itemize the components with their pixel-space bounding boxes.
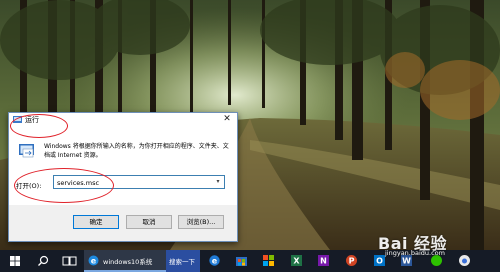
chevron-down-icon[interactable]: ▾ xyxy=(213,177,223,187)
watermark-url: jingyan.baidu.com xyxy=(385,249,445,257)
edge-icon[interactable]: e xyxy=(208,254,221,267)
browse-button[interactable]: 浏览(B)... xyxy=(178,215,224,229)
run-app-icon xyxy=(13,116,22,123)
dialog-description: Windows 将根据你所输入的名称，为你打开相应的程序、文件夹、文档或 Int… xyxy=(44,143,229,159)
dialog-title: 运行 xyxy=(25,116,39,124)
baidu-icon[interactable] xyxy=(458,254,471,267)
open-label: 打开(O): xyxy=(16,182,42,190)
search-icon[interactable] xyxy=(32,250,54,272)
excel-icon[interactable]: X xyxy=(290,254,303,267)
open-input[interactable] xyxy=(57,178,207,187)
store-icon[interactable] xyxy=(235,254,248,267)
close-button[interactable]: ✕ xyxy=(220,114,234,125)
dialog-titlebar[interactable]: 运行 ✕ xyxy=(9,113,237,127)
task-view-icon[interactable] xyxy=(58,250,80,272)
svg-text:N: N xyxy=(320,257,327,266)
cancel-button[interactable]: 取消 xyxy=(126,215,172,229)
powerpoint-icon[interactable]: P xyxy=(345,254,358,267)
ie-icon: e xyxy=(88,255,99,266)
svg-text:e: e xyxy=(91,257,97,266)
onenote-icon[interactable]: N xyxy=(317,254,330,267)
open-combobox[interactable]: ▾ xyxy=(53,175,225,189)
ie-task-label: windows10系统 xyxy=(103,258,153,266)
svg-text:P: P xyxy=(349,257,355,266)
svg-text:O: O xyxy=(376,257,383,266)
svg-text:X: X xyxy=(293,257,300,266)
dialog-button-bar: 确定 取消 浏览(B)... xyxy=(9,205,237,241)
taskbar-search-tab[interactable]: 搜索一下 xyxy=(166,250,200,272)
svg-text:e: e xyxy=(212,257,218,266)
office-icon[interactable] xyxy=(262,254,275,267)
svg-text:W: W xyxy=(402,257,411,266)
taskbar-ie-window[interactable]: e windows10系统 xyxy=(84,250,166,272)
run-dialog: 运行 ✕ Windows 将根据你所输入的名称，为你打开相应的程序、文件夹、文档… xyxy=(8,112,238,242)
windows-start-icon[interactable] xyxy=(4,250,26,272)
ok-button[interactable]: 确定 xyxy=(73,215,119,229)
search-tab-label: 搜索一下 xyxy=(169,258,195,266)
run-program-icon xyxy=(19,144,34,158)
